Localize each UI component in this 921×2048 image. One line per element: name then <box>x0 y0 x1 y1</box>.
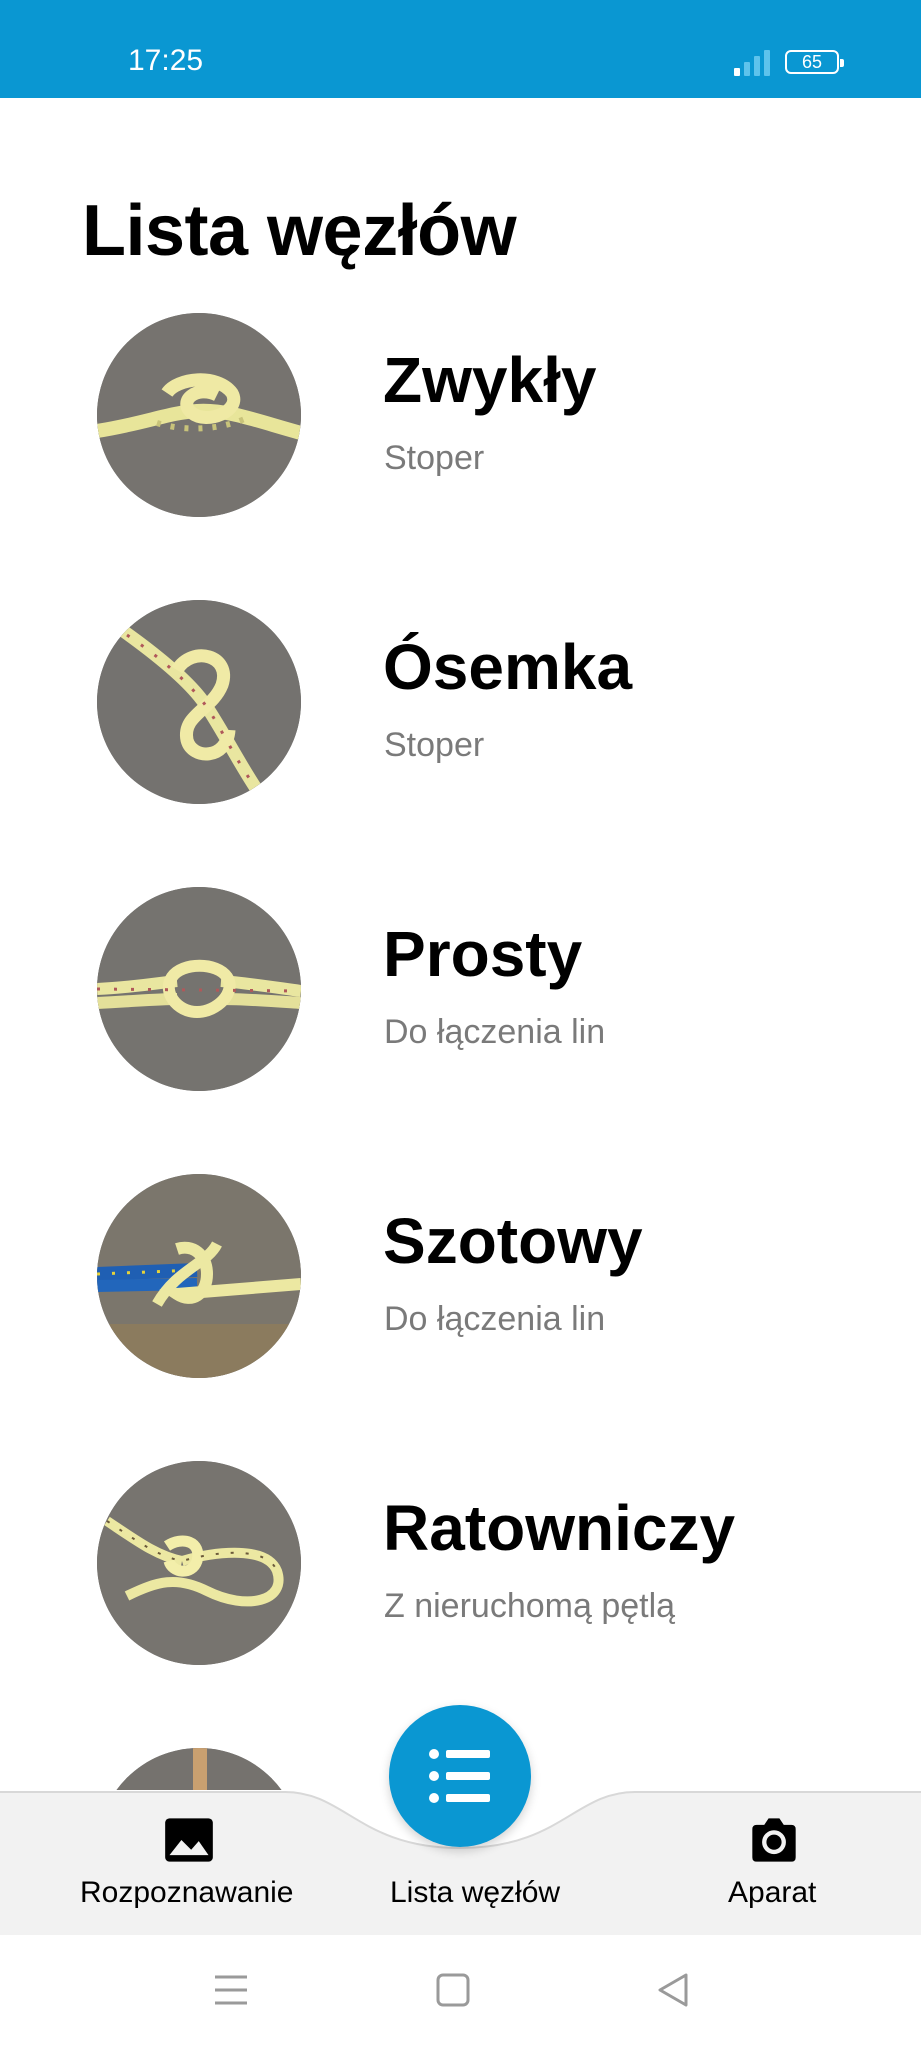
knot-thumbnail <box>97 1748 301 1790</box>
menu-icon[interactable] <box>206 1965 256 2015</box>
knot-thumbnail <box>97 887 301 1091</box>
knot-list[interactable]: Lista węzłów Zwykły Stoper Ósemka Stoper <box>0 0 921 1790</box>
page-title: Lista węzłów <box>82 191 517 271</box>
list-item-ratowniczy[interactable]: Ratowniczy Z nieruchomą pętlą <box>0 1461 921 1701</box>
tab-aparat[interactable]: Aparat <box>700 1790 860 1935</box>
tab-label: Lista węzłów <box>390 1876 561 1909</box>
list-item-osemka[interactable]: Ósemka Stoper <box>0 600 921 840</box>
image-icon <box>165 1818 213 1862</box>
camera-icon <box>752 1818 796 1862</box>
knot-thumbnail <box>97 313 301 517</box>
knot-category: Z nieruchomą pętlą <box>384 1587 676 1625</box>
list-icon <box>429 1749 490 1803</box>
knot-category: Do łączenia lin <box>384 1013 606 1051</box>
knot-name: Ratowniczy <box>383 1492 736 1564</box>
tab-label: Rozpoznawanie <box>80 1876 294 1909</box>
knot-thumbnail <box>97 1461 301 1665</box>
system-navigation <box>0 1935 921 2048</box>
knot-name: Szotowy <box>383 1205 643 1277</box>
tab-label: Aparat <box>728 1876 817 1909</box>
knot-name: Zwykły <box>383 344 597 416</box>
knot-name: Ósemka <box>383 631 633 703</box>
tab-rozpoznawanie[interactable]: Rozpoznawanie <box>60 1790 315 1935</box>
knot-thumbnail <box>97 1174 301 1378</box>
knot-category: Do łączenia lin <box>384 1300 606 1338</box>
knot-category: Stoper <box>384 726 485 764</box>
list-item-zwykly[interactable]: Zwykły Stoper <box>0 313 921 553</box>
knot-list-fab[interactable] <box>389 1705 531 1847</box>
list-item-szotowy[interactable]: Szotowy Do łączenia lin <box>0 1174 921 1414</box>
list-item-prosty[interactable]: Prosty Do łączenia lin <box>0 887 921 1127</box>
home-icon[interactable] <box>428 1965 478 2015</box>
knot-name: Prosty <box>383 918 583 990</box>
knot-thumbnail <box>97 600 301 804</box>
knot-category: Stoper <box>384 439 485 477</box>
back-icon[interactable] <box>648 1965 698 2015</box>
